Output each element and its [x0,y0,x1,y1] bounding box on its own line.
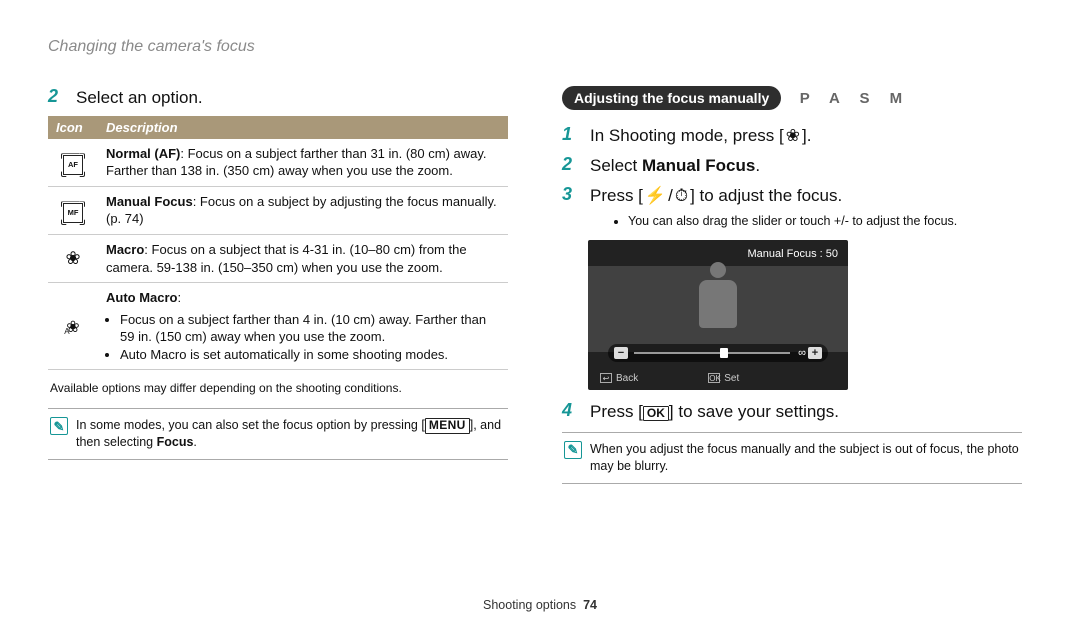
screen-set-button[interactable]: OKSet [708,373,739,384]
focus-slider[interactable]: − ∞ + [608,344,828,362]
step-3-sub: You can also drag the slider or touch +/… [628,213,1022,230]
camera-screen: Manual Focus : 50 − ∞ + ↩Back OKSet [588,240,848,390]
options-note: Available options may differ depending o… [50,380,506,396]
info-icon: ✎ [564,441,582,459]
table-row: ❀A Auto Macro: Focus on a subject farthe… [48,283,508,370]
af-icon: AF [63,155,83,175]
step-number-2: 2 [48,86,66,107]
tip-box-menu-focus: ✎ In some modes, you can also set the fo… [48,408,508,460]
subject-silhouette [688,262,748,352]
flower-glyph: ❀ [784,124,802,148]
section-pill: Adjusting the focus manually [562,86,781,110]
flash-glyph: ⚡ [643,184,668,208]
slider-minus-button[interactable]: − [614,347,628,359]
slider-plus-button[interactable]: + [808,347,822,359]
macro-icon: ❀ [65,248,80,268]
table-row: AF Normal (AF): Focus on a subject farth… [48,139,508,187]
ok-button-glyph: OK [643,406,669,421]
th-description: Description [98,116,508,139]
infinity-icon: ∞ [798,347,806,359]
screen-back-button[interactable]: ↩Back [600,373,638,384]
page-footer: Shooting options 74 [0,598,1080,612]
step-4-text: Press [OK] to save your settings. [590,400,839,424]
info-icon: ✎ [50,417,68,435]
step-text-select-option: Select an option. [76,86,203,110]
mf-icon: MF [63,203,83,223]
step-2-text: Select Manual Focus. [590,154,760,178]
mode-pasm-label: P A S M [800,90,910,107]
focus-options-table: Icon Description AF Normal (AF): Focus o… [48,116,508,370]
th-icon: Icon [48,116,98,139]
auto-macro-icon: ❀A [66,319,79,336]
step-3-text: Press [⚡/⏱] to adjust the focus. [590,184,842,208]
table-row: ❀ Macro: Focus on a subject that is 4-31… [48,234,508,282]
table-row: MF Manual Focus: Focus on a subject by a… [48,186,508,234]
step-1-text: In Shooting mode, press [❀]. [590,124,811,148]
slider-thumb[interactable] [720,348,728,358]
timer-glyph: ⏱ [673,184,690,208]
menu-button-glyph: MENU [425,418,470,433]
tip-box-blurry: ✎ When you adjust the focus manually and… [562,432,1022,484]
page-title: Changing the camera's focus [48,38,1032,56]
screen-focus-label: Manual Focus : 50 [748,248,839,260]
